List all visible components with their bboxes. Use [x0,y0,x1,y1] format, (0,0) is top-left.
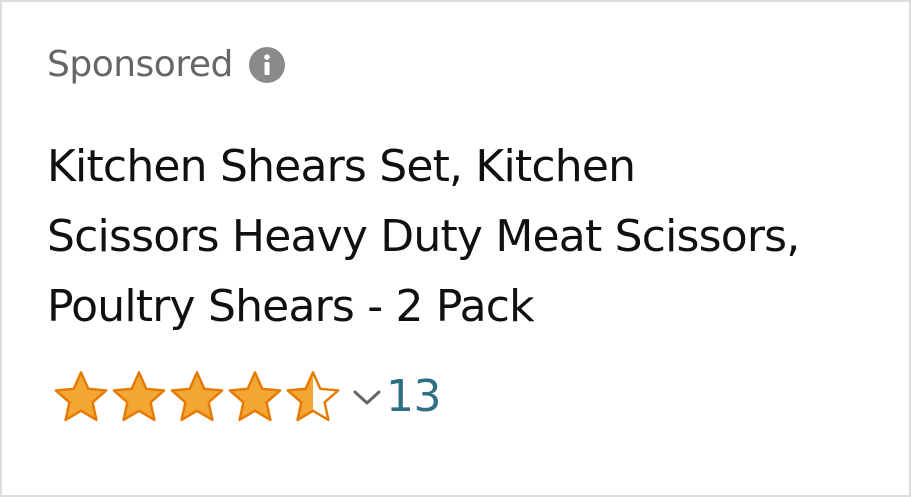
product-title-link[interactable]: Kitchen Shears Set, Kitchen Scissors Hea… [47,132,887,342]
star-half-icon [286,371,340,422]
star-full-icon [112,371,166,422]
product-title-line: Poultry Shears - 2 Pack [47,281,535,332]
sponsored-product-card[interactable]: Sponsored Kitchen Shears Set, Kitchen Sc… [0,0,911,497]
sponsored-label: Sponsored [47,44,233,85]
info-icon[interactable] [248,47,285,83]
sponsored-row: Sponsored [47,42,285,88]
star-rating[interactable] [52,368,342,426]
chevron-down-icon[interactable] [350,380,384,414]
review-count-link[interactable]: 13 [386,367,442,427]
star-full-icon [170,371,224,422]
star-full-icon [228,371,282,422]
star-full-icon [54,371,108,422]
product-title-line: Kitchen Shears Set, Kitchen [47,141,636,192]
rating-row: 13 [52,367,442,427]
product-title-line: Scissors Heavy Duty Meat Scissors, [47,211,800,262]
